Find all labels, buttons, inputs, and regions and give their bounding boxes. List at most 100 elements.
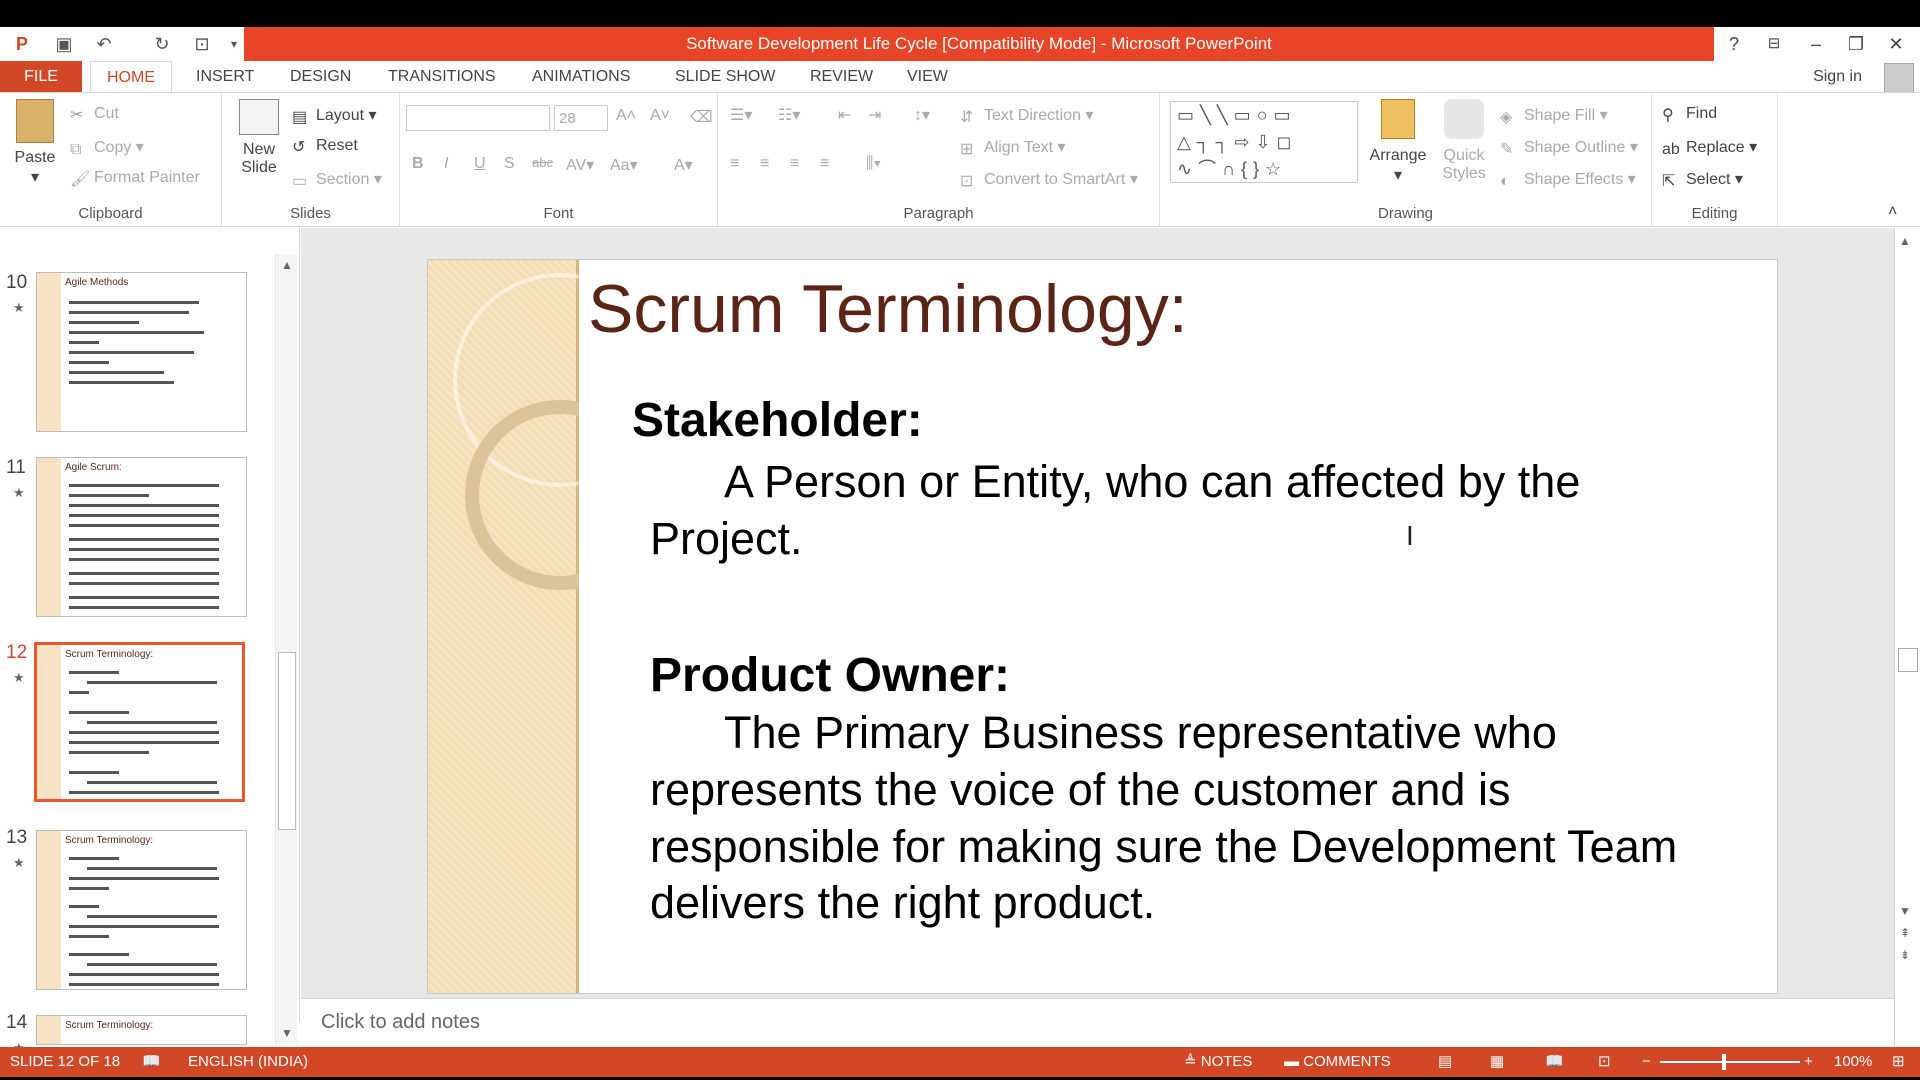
zoom-in-icon[interactable]: +	[1804, 1047, 1813, 1077]
character-spacing-icon[interactable]: AV▾	[566, 155, 594, 175]
align-center-icon[interactable]: ≡	[760, 155, 769, 173]
select-button[interactable]: ⇱ Select ▾	[1662, 169, 1743, 190]
notes-pane[interactable]: Click to add notes	[301, 998, 1894, 1047]
reset-button[interactable]: ↺ Reset	[292, 137, 358, 156]
thumbnail-scrollbar[interactable]: ▲ ▼	[275, 254, 297, 1044]
underline-icon[interactable]: U	[474, 155, 486, 173]
change-case-icon[interactable]: Aa▾	[610, 155, 638, 175]
notes-placeholder[interactable]: Click to add notes	[321, 1011, 480, 1034]
zoom-slider-track[interactable]	[1660, 1061, 1800, 1063]
bold-icon[interactable]: B	[412, 155, 424, 173]
tab-animations[interactable]: ANIMATIONS	[532, 61, 630, 92]
slide-scrollbar[interactable]: ▲ ▼ ⇞ ⇟	[1894, 228, 1920, 1047]
numbering-icon[interactable]: ☷▾	[778, 105, 800, 125]
shape-fill-button[interactable]: ◈ Shape Fill ▾	[1500, 105, 1608, 126]
tab-review[interactable]: REVIEW	[810, 61, 873, 92]
tab-file[interactable]: FILE	[0, 61, 82, 92]
definition-stakeholder-line2[interactable]: Project.	[650, 510, 803, 567]
previous-slide-icon[interactable]: ⇞	[1900, 926, 1910, 940]
paste-button[interactable]: Paste ▾	[8, 99, 62, 187]
align-text-button[interactable]: ⊞ Align Text ▾	[960, 137, 1066, 158]
shapes-gallery[interactable]: ▭╲╲▭○▭ △┐┐⇨⇩◻ ∿⌒∩{}☆	[1170, 101, 1358, 183]
collapse-ribbon-icon[interactable]: ˄	[1888, 203, 1897, 221]
new-slide-button[interactable]: New Slide	[230, 99, 288, 177]
scroll-up-arrow-icon[interactable]: ▲	[276, 254, 298, 276]
reading-view-icon[interactable]: 📖	[1545, 1047, 1564, 1077]
slide-title[interactable]: Scrum Terminology:	[588, 270, 1188, 348]
clear-formatting-icon[interactable]: ⌫	[690, 107, 713, 127]
quick-styles-button[interactable]: Quick Styles	[1436, 99, 1492, 183]
strikethrough-icon[interactable]: abc	[532, 155, 553, 170]
next-slide-icon[interactable]: ⇟	[1900, 948, 1910, 962]
spell-check-icon[interactable]: 📖	[142, 1047, 161, 1077]
save-icon[interactable]: ▣	[52, 32, 76, 56]
tab-view[interactable]: VIEW	[907, 61, 948, 92]
slideshow-view-icon[interactable]: ⊡	[1598, 1047, 1611, 1077]
grow-font-icon[interactable]: A˄	[616, 107, 636, 125]
restore-button[interactable]: ❐	[1842, 31, 1870, 57]
zoom-level[interactable]: 100%	[1834, 1047, 1872, 1077]
align-left-icon[interactable]: ≡	[730, 155, 739, 173]
tab-home[interactable]: HOME	[90, 61, 172, 93]
decrease-indent-icon[interactable]: ⇤	[838, 105, 851, 125]
cut-button[interactable]: ✂ Cut	[70, 105, 119, 124]
tab-design[interactable]: DESIGN	[290, 61, 351, 92]
increase-indent-icon[interactable]: ⇥	[868, 105, 881, 125]
slide-sorter-icon[interactable]: ▦	[1490, 1047, 1504, 1077]
slide-thumbnail-11[interactable]: Agile Scrum:	[36, 457, 247, 617]
copy-button[interactable]: ⧉ Copy ▾	[70, 137, 144, 158]
slide-thumbnail-10[interactable]: Agile Methods	[36, 272, 247, 432]
definition-product-owner-line1[interactable]: The Primary Business representative who	[724, 704, 1557, 761]
term-product-owner[interactable]: Product Owner:	[650, 648, 1010, 703]
minimize-button[interactable]: –	[1802, 31, 1830, 57]
font-color-icon[interactable]: A▾	[674, 155, 693, 175]
scroll-up-arrow-icon[interactable]: ▲	[1899, 234, 1911, 248]
columns-icon[interactable]: ⫼▾	[866, 155, 881, 173]
help-button[interactable]: ?	[1720, 31, 1748, 57]
italic-icon[interactable]: I	[444, 155, 448, 173]
fit-to-window-icon[interactable]: ⊞	[1892, 1047, 1905, 1077]
replace-button[interactable]: ab Replace ▾	[1662, 137, 1757, 158]
arrange-button[interactable]: Arrange ▾	[1366, 99, 1430, 185]
sign-in-link[interactable]: Sign in	[1813, 61, 1862, 92]
normal-view-icon[interactable]: ▤	[1438, 1047, 1452, 1077]
shape-outline-button[interactable]: ✎ Shape Outline ▾	[1500, 137, 1638, 158]
shadow-icon[interactable]: S	[504, 155, 515, 173]
zoom-slider-thumb[interactable]	[1722, 1054, 1726, 1070]
comments-toggle-button[interactable]: ▬ COMMENTS	[1284, 1047, 1391, 1077]
slide-thumbnail-14[interactable]: Scrum Terminology:	[36, 1015, 247, 1045]
close-button[interactable]: ✕	[1882, 31, 1910, 57]
find-button[interactable]: ⚲ Find	[1662, 105, 1717, 124]
layout-button[interactable]: ▤ Layout ▾	[292, 105, 377, 126]
notes-toggle-button[interactable]: ≜ NOTES	[1184, 1047, 1252, 1077]
slide-canvas[interactable]: Scrum Terminology: Stakeholder: A Person…	[427, 259, 1778, 994]
redo-icon[interactable]: ↻	[150, 32, 174, 56]
shape-effects-button[interactable]: ◐ Shape Effects ▾	[1500, 169, 1636, 190]
format-painter-button[interactable]: 🖌 Format Painter	[70, 169, 200, 188]
scroll-down-arrow-icon[interactable]: ▼	[1899, 904, 1911, 918]
scrollbar-thumb[interactable]	[1898, 648, 1918, 672]
bullets-icon[interactable]: ☰▾	[730, 105, 752, 125]
tab-transitions[interactable]: TRANSITIONS	[388, 61, 496, 92]
definition-stakeholder-line1[interactable]: A Person or Entity, who can affected by …	[724, 453, 1580, 510]
align-right-icon[interactable]: ≡	[790, 155, 799, 173]
ribbon-display-options-icon[interactable]: ⊟	[1760, 31, 1788, 57]
font-name-combo[interactable]	[406, 105, 550, 131]
definition-product-owner-line4[interactable]: delivers the right product.	[650, 874, 1155, 931]
undo-icon[interactable]: ↶	[92, 32, 116, 56]
start-slideshow-icon[interactable]: ⊡	[190, 32, 214, 56]
definition-product-owner-line3[interactable]: responsible for making sure the Developm…	[650, 818, 1677, 875]
customize-toolbar-icon[interactable]: ▾	[222, 32, 246, 56]
tab-insert[interactable]: INSERT	[196, 61, 254, 92]
scroll-down-arrow-icon[interactable]: ▼	[276, 1022, 298, 1044]
section-button[interactable]: ▭ Section ▾	[292, 169, 382, 190]
convert-smartart-button[interactable]: ⊡ Convert to SmartArt ▾	[960, 169, 1138, 190]
line-spacing-icon[interactable]: ↕▾	[914, 105, 930, 125]
tab-slide-show[interactable]: SLIDE SHOW	[675, 61, 775, 92]
slide-thumbnail-12[interactable]: Scrum Terminology:	[34, 642, 245, 802]
text-direction-button[interactable]: ⇵ Text Direction ▾	[960, 105, 1093, 126]
slide-thumbnail-13[interactable]: Scrum Terminology:	[36, 830, 247, 990]
zoom-out-icon[interactable]: −	[1642, 1047, 1651, 1077]
avatar[interactable]	[1884, 63, 1914, 93]
definition-product-owner-line2[interactable]: represents the voice of the customer and…	[650, 761, 1510, 818]
